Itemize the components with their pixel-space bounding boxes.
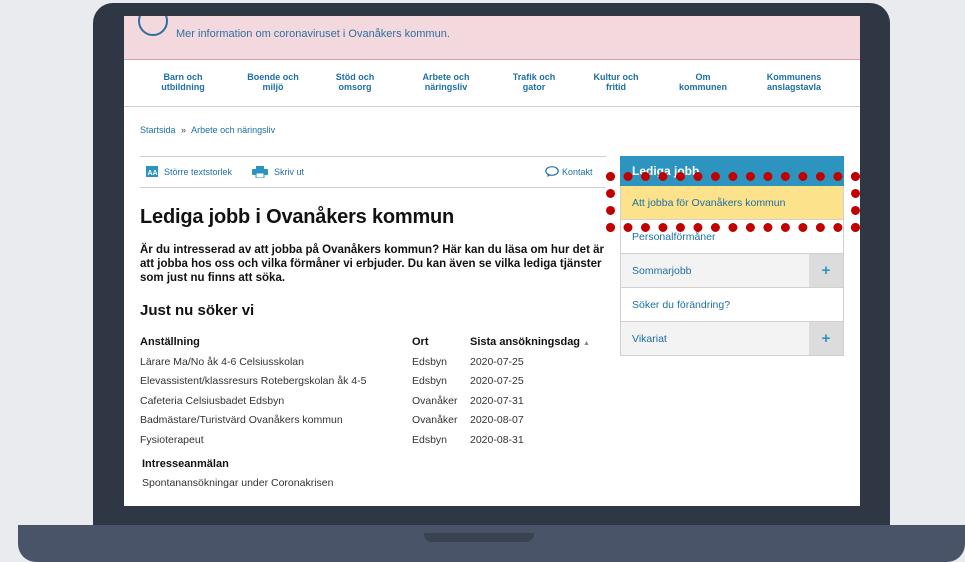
- job-title-link[interactable]: Cafeteria Celsiusbadet Edsbyn: [140, 391, 412, 411]
- nav-item-line1: Boende och: [247, 72, 299, 82]
- printer-icon: [252, 166, 268, 178]
- nav-item-line1: Stöd och: [335, 72, 375, 82]
- laptop-base: [18, 525, 965, 562]
- sidebar-item-label: Att jobba för Ovanåkers kommun: [632, 197, 786, 209]
- job-deadline: 2020-08-07: [470, 414, 524, 427]
- nav-item-barn-och-utbildning[interactable]: Barn och utbildning: [138, 72, 228, 92]
- section-title: Just nu söker vi: [140, 302, 255, 319]
- text-size-label: Större textstorlek: [164, 166, 233, 177]
- nav-item-om-kommunen[interactable]: Om kommunen: [658, 72, 748, 92]
- sidebar-item-label: Söker du förändring?: [632, 299, 731, 311]
- table-header-row: Anställning Ort Sista ansökningsdag ▲: [140, 332, 610, 352]
- nav-item-line2: omsorg: [338, 82, 372, 92]
- nav-item-line1: Trafik och: [512, 72, 556, 82]
- nav-item-line1: Om: [695, 72, 711, 82]
- chat-bubble-icon: [545, 166, 559, 177]
- corona-banner[interactable]: Mer information om coronaviruset i Ovanå…: [124, 16, 860, 60]
- job-location: Ovanåker: [412, 394, 458, 407]
- nav-item-stod-och-omsorg[interactable]: Stöd och omsorg: [310, 72, 400, 92]
- intro-paragraph: Är du intresserad av att jobba på Ovanåk…: [140, 244, 604, 284]
- nav-item-line1: Kommunens: [766, 72, 822, 82]
- main-navigation: Barn och utbildning Boende och miljö Stö…: [124, 60, 860, 107]
- nav-item-line2: anslagstavla: [766, 82, 822, 92]
- nav-item-line2: utbildning: [161, 82, 205, 92]
- job-title-link[interactable]: Lärare Ma/No åk 4-6 Celsiusskolan: [140, 352, 412, 372]
- job-deadline: 2020-08-31: [470, 433, 524, 446]
- nav-item-line2: gator: [522, 82, 546, 92]
- nav-item-line1: Kultur och: [593, 72, 639, 82]
- info-icon: [138, 16, 168, 36]
- column-header-anstallning[interactable]: Anställning: [140, 332, 412, 352]
- sidebar-item-vikariat[interactable]: Vikariat +: [620, 322, 844, 356]
- print-label: Skriv ut: [274, 167, 305, 177]
- sidebar-menu: Lediga jobb Att jobba för Ovanåkers komm…: [620, 156, 844, 356]
- job-location: Edsbyn: [412, 355, 448, 368]
- sidebar-item-sommarjobb[interactable]: Sommarjobb +: [620, 254, 844, 288]
- sidebar-item-soker-du-forandring[interactable]: Söker du förändring?: [620, 288, 844, 322]
- interest-heading: Intresseanmälan: [142, 458, 229, 470]
- jobs-table: Anställning Ort Sista ansökningsdag ▲ Lär…: [140, 332, 610, 450]
- job-title-link[interactable]: Fysioterapeut: [140, 430, 412, 450]
- table-row[interactable]: Cafeteria Celsiusbadet Edsbyn Ovanåker 2…: [140, 391, 610, 411]
- contact-button[interactable]: Kontakt: [545, 166, 593, 177]
- nav-item-trafik-och-gator[interactable]: Trafik och gator: [489, 72, 579, 92]
- nav-item-line1: Arbete och: [422, 72, 470, 82]
- job-title-link[interactable]: Badmästare/Turistvärd Ovanåkers kommun: [140, 411, 412, 431]
- sidebar-item-label: Sommarjobb: [632, 265, 692, 277]
- column-header-sista-ansokningsdag[interactable]: Sista ansökningsdag ▲: [470, 332, 610, 352]
- nav-item-line1: Barn och: [163, 72, 203, 82]
- nav-item-kultur-och-fritid[interactable]: Kultur och fritid: [571, 72, 661, 92]
- browser-screen: Mer information om coronaviruset i Ovanå…: [124, 16, 860, 506]
- table-row[interactable]: Lärare Ma/No åk 4-6 Celsiusskolan Edsbyn…: [140, 352, 610, 372]
- job-deadline: 2020-07-25: [470, 375, 524, 388]
- contact-label: Kontakt: [562, 166, 593, 177]
- nav-item-line2: miljö: [262, 82, 284, 92]
- nav-item-arbete-och-naringsliv[interactable]: Arbete och näringsliv: [401, 72, 491, 92]
- table-row[interactable]: Badmästare/Turistvärd Ovanåkers kommun O…: [140, 411, 610, 431]
- table-row[interactable]: Fysioterapeut Edsbyn 2020-08-31: [140, 430, 610, 450]
- expand-plus-icon[interactable]: +: [809, 254, 843, 287]
- job-title-link[interactable]: Elevassistent/klassresurs Rotebergskolan…: [140, 372, 412, 392]
- nav-item-line2: näringsliv: [424, 82, 468, 92]
- nav-item-kommunens-anslagstavla[interactable]: Kommunens anslagstavla: [749, 72, 839, 92]
- text-size-button[interactable]: AA Större textstorlek: [146, 166, 232, 177]
- interest-link[interactable]: Spontanansökningar under Coronakrisen: [142, 477, 333, 489]
- laptop-notch: [424, 533, 534, 542]
- job-location: Edsbyn: [412, 433, 448, 446]
- svg-text:AA: AA: [148, 170, 158, 177]
- breadcrumb-current-link[interactable]: Arbete och näringsliv: [191, 125, 275, 135]
- nav-item-boende-och-miljo[interactable]: Boende och miljö: [228, 72, 318, 92]
- job-deadline: 2020-07-25: [470, 355, 524, 368]
- text-size-icon: AA: [146, 166, 158, 177]
- column-header-label: Sista ansökningsdag: [470, 336, 581, 348]
- breadcrumb-separator: »: [181, 125, 187, 135]
- column-header-ort[interactable]: Ort: [412, 332, 470, 352]
- page-toolbar: AA Större textstorlek Skriv ut Kontakt: [140, 156, 606, 188]
- sidebar-item-label: Personalförmåner: [632, 231, 716, 243]
- breadcrumb: Startsida » Arbete och näringsliv: [140, 125, 275, 135]
- nav-item-line2: kommunen: [678, 82, 727, 92]
- sidebar-title[interactable]: Lediga jobb: [620, 156, 844, 186]
- banner-text[interactable]: Mer information om coronaviruset i Ovanå…: [176, 28, 450, 40]
- sort-ascending-icon: ▲: [583, 340, 590, 347]
- breadcrumb-home-link[interactable]: Startsida: [140, 125, 176, 135]
- nav-item-line2: fritid: [606, 82, 626, 92]
- expand-plus-icon[interactable]: +: [809, 322, 843, 355]
- sidebar-item-att-jobba[interactable]: Att jobba för Ovanåkers kommun: [620, 186, 844, 220]
- page-title: Lediga jobb i Ovanåkers kommun: [140, 206, 455, 228]
- print-button[interactable]: Skriv ut: [252, 166, 304, 178]
- job-location: Ovanåker: [412, 414, 458, 427]
- sidebar-item-label: Vikariat: [632, 333, 667, 345]
- job-location: Edsbyn: [412, 375, 448, 388]
- job-deadline: 2020-07-31: [470, 394, 524, 407]
- sidebar-item-personalformaner[interactable]: Personalförmåner: [620, 220, 844, 254]
- table-row[interactable]: Elevassistent/klassresurs Rotebergskolan…: [140, 372, 610, 392]
